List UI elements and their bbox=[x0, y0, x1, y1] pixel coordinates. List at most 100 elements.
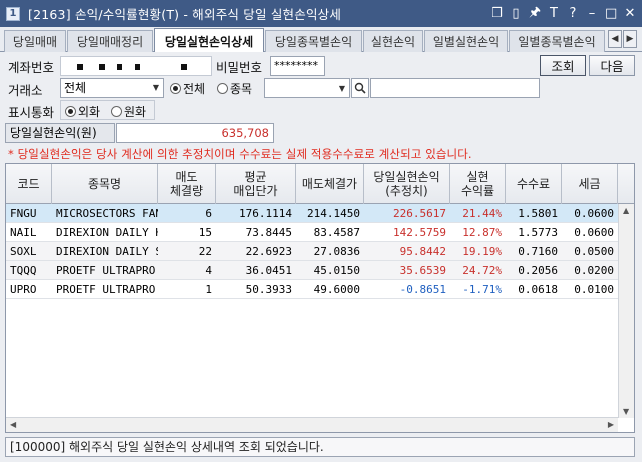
currency-label: 표시통화 bbox=[8, 105, 55, 120]
password-field[interactable]: ******** bbox=[270, 56, 325, 76]
header-fee[interactable]: 수수료 bbox=[506, 164, 562, 204]
radio-won-label: 원화 bbox=[124, 105, 147, 119]
font-size-icon[interactable]: T bbox=[548, 6, 560, 21]
account-mask bbox=[181, 64, 187, 70]
radio-foreign-indicator[interactable] bbox=[65, 106, 76, 117]
tab-daily-trade-summary[interactable]: 당일매매정리 bbox=[67, 30, 153, 52]
table-row[interactable]: FNGU MICROSECTORS FAN 6 176.1114 214.145… bbox=[6, 204, 634, 223]
layout-icon[interactable]: ▯ bbox=[510, 6, 522, 21]
cell-fee: 0.2056 bbox=[518, 264, 558, 277]
horizontal-scrollbar[interactable]: ◀ ▶ bbox=[6, 417, 618, 432]
window-title: [2163] 손익/수익률현황(T) - 해외주식 당일 실현손익상세 bbox=[28, 7, 342, 22]
cell-sell-price: 49.6000 bbox=[313, 283, 360, 296]
header-code[interactable]: 코드 bbox=[6, 164, 52, 204]
cell-pnl: 226.5617 bbox=[393, 207, 446, 220]
exchange-value: 전체 bbox=[64, 81, 87, 95]
cell-rate: 21.44% bbox=[462, 207, 502, 220]
header-realized-pnl[interactable]: 당일실현손익 (추정치) bbox=[364, 164, 450, 204]
header-name[interactable]: 종목명 bbox=[52, 164, 158, 204]
radio-item-label: 종목 bbox=[230, 82, 253, 96]
search-button[interactable] bbox=[351, 78, 369, 98]
header-return-rate[interactable]: 실현 수익률 bbox=[450, 164, 506, 204]
search-icon bbox=[354, 82, 366, 94]
scroll-right-icon[interactable]: ▶ bbox=[608, 420, 614, 429]
cell-code: NAIL bbox=[10, 226, 37, 239]
cell-code: SOXL bbox=[10, 245, 37, 258]
cell-tax: 0.0100 bbox=[574, 283, 614, 296]
header-tax[interactable]: 세금 bbox=[562, 164, 618, 204]
scroll-up-icon[interactable]: ▲ bbox=[623, 206, 629, 215]
chevron-down-icon[interactable]: ▼ bbox=[335, 79, 349, 97]
header-avg-price[interactable]: 평균 매입단가 bbox=[216, 164, 296, 204]
title-bar: 1 [2163] 손익/수익률현황(T) - 해외주식 당일 실현손익상세 ❒ … bbox=[0, 0, 642, 27]
minimize-icon[interactable]: – bbox=[586, 6, 598, 21]
tab-scroll-left-icon[interactable]: ◀ bbox=[608, 30, 622, 48]
tab-daily-realized-detail[interactable]: 당일실현손익상세 bbox=[154, 28, 264, 53]
scroll-down-icon[interactable]: ▼ bbox=[623, 407, 629, 416]
cell-qty: 6 bbox=[205, 207, 212, 220]
cell-sell-price: 45.0150 bbox=[313, 264, 360, 277]
cell-avg-price: 50.3933 bbox=[245, 283, 292, 296]
tab-daily-item-breakdown[interactable]: 일별종목별손익 bbox=[509, 30, 605, 52]
account-field[interactable] bbox=[60, 56, 212, 76]
tab-bar: 당일매매 당일매매정리 당일실현손익상세 당일종목별손익 실현손익 일별실현손익… bbox=[0, 27, 642, 53]
close-icon[interactable]: ✕ bbox=[624, 6, 636, 21]
table-row[interactable]: UPRO PROETF ULTRAPRO 1 50.3933 49.6000 -… bbox=[6, 280, 634, 299]
cell-fee: 0.7160 bbox=[518, 245, 558, 258]
table-row[interactable]: SOXL DIREXION DAILY S 22 22.6923 27.0836… bbox=[6, 242, 634, 261]
account-label: 계좌번호 bbox=[8, 60, 55, 75]
cell-fee: 1.5773 bbox=[518, 226, 558, 239]
header-sell-price[interactable]: 매도체결가 bbox=[296, 164, 364, 204]
pin-icon[interactable]: 🖈 bbox=[529, 3, 541, 25]
tab-scroll-right-icon[interactable]: ▶ bbox=[623, 30, 637, 48]
radio-won[interactable]: 원화 bbox=[111, 103, 146, 120]
table-header: 코드 종목명 매도 체결량 평균 매입단가 매도체결가 당일실현손익 (추정치)… bbox=[6, 164, 634, 204]
radio-foreign[interactable]: 외화 bbox=[65, 103, 100, 120]
cell-sell-price: 83.4587 bbox=[313, 226, 360, 239]
tab-daily-trades[interactable]: 당일매매 bbox=[4, 30, 66, 52]
pnl-table: 코드 종목명 매도 체결량 평균 매입단가 매도체결가 당일실현손익 (추정치)… bbox=[5, 163, 635, 433]
cell-avg-price: 36.0451 bbox=[245, 264, 292, 277]
cell-qty: 4 bbox=[205, 264, 212, 277]
table-row[interactable]: TQQQ PROETF ULTRAPRO 4 36.0451 45.0150 3… bbox=[6, 261, 634, 280]
exchange-select[interactable]: 전체 ▼ bbox=[60, 78, 164, 98]
query-button[interactable]: 조회 bbox=[540, 55, 586, 76]
cell-tax: 0.0200 bbox=[574, 264, 614, 277]
cell-qty: 22 bbox=[198, 245, 212, 258]
table-row[interactable]: NAIL DIREXION DAILY H 15 73.8445 83.4587… bbox=[6, 223, 634, 242]
item-code-select[interactable]: ▼ bbox=[264, 78, 350, 98]
cell-qty: 15 bbox=[198, 226, 212, 239]
exchange-label: 거래소 bbox=[8, 83, 43, 98]
tab-daily-realized-pnl[interactable]: 일별실현손익 bbox=[424, 30, 508, 52]
radio-all-indicator[interactable] bbox=[170, 83, 181, 94]
currency-radio-group: 외화 원화 bbox=[60, 100, 155, 120]
radio-all-label: 전체 bbox=[183, 82, 206, 96]
next-button[interactable]: 다음 bbox=[589, 55, 635, 76]
cell-pnl: 95.8442 bbox=[399, 245, 446, 258]
radio-item[interactable]: 종목 bbox=[217, 80, 252, 97]
scroll-left-icon[interactable]: ◀ bbox=[10, 420, 16, 429]
chevron-down-icon[interactable]: ▼ bbox=[149, 79, 163, 97]
cell-pnl: 142.5759 bbox=[393, 226, 446, 239]
tab-daily-item-pnl[interactable]: 당일종목별손익 bbox=[265, 30, 362, 52]
header-sell-qty[interactable]: 매도 체결량 bbox=[158, 164, 216, 204]
link-icon[interactable]: ❒ bbox=[491, 6, 503, 21]
cell-sell-price: 27.0836 bbox=[313, 245, 360, 258]
password-label: 비밀번호 bbox=[216, 60, 263, 75]
radio-item-indicator[interactable] bbox=[217, 83, 228, 94]
cell-rate: 19.19% bbox=[462, 245, 502, 258]
tab-realized-pnl[interactable]: 실현손익 bbox=[363, 30, 423, 52]
radio-won-indicator[interactable] bbox=[111, 106, 122, 117]
cell-rate: 12.87% bbox=[462, 226, 502, 239]
cell-name: MICROSECTORS FAN bbox=[56, 207, 158, 220]
vertical-scrollbar[interactable]: ▲ ▼ bbox=[618, 204, 634, 418]
account-mask bbox=[117, 64, 122, 70]
cell-tax: 0.0500 bbox=[574, 245, 614, 258]
help-icon[interactable]: ? bbox=[567, 6, 579, 21]
maximize-icon[interactable]: □ bbox=[605, 6, 617, 21]
cell-pnl: 35.6539 bbox=[399, 264, 446, 277]
item-name-field[interactable] bbox=[370, 78, 540, 98]
app-icon: 1 bbox=[6, 6, 20, 21]
cell-avg-price: 22.6923 bbox=[245, 245, 292, 258]
radio-all[interactable]: 전체 bbox=[170, 80, 205, 97]
